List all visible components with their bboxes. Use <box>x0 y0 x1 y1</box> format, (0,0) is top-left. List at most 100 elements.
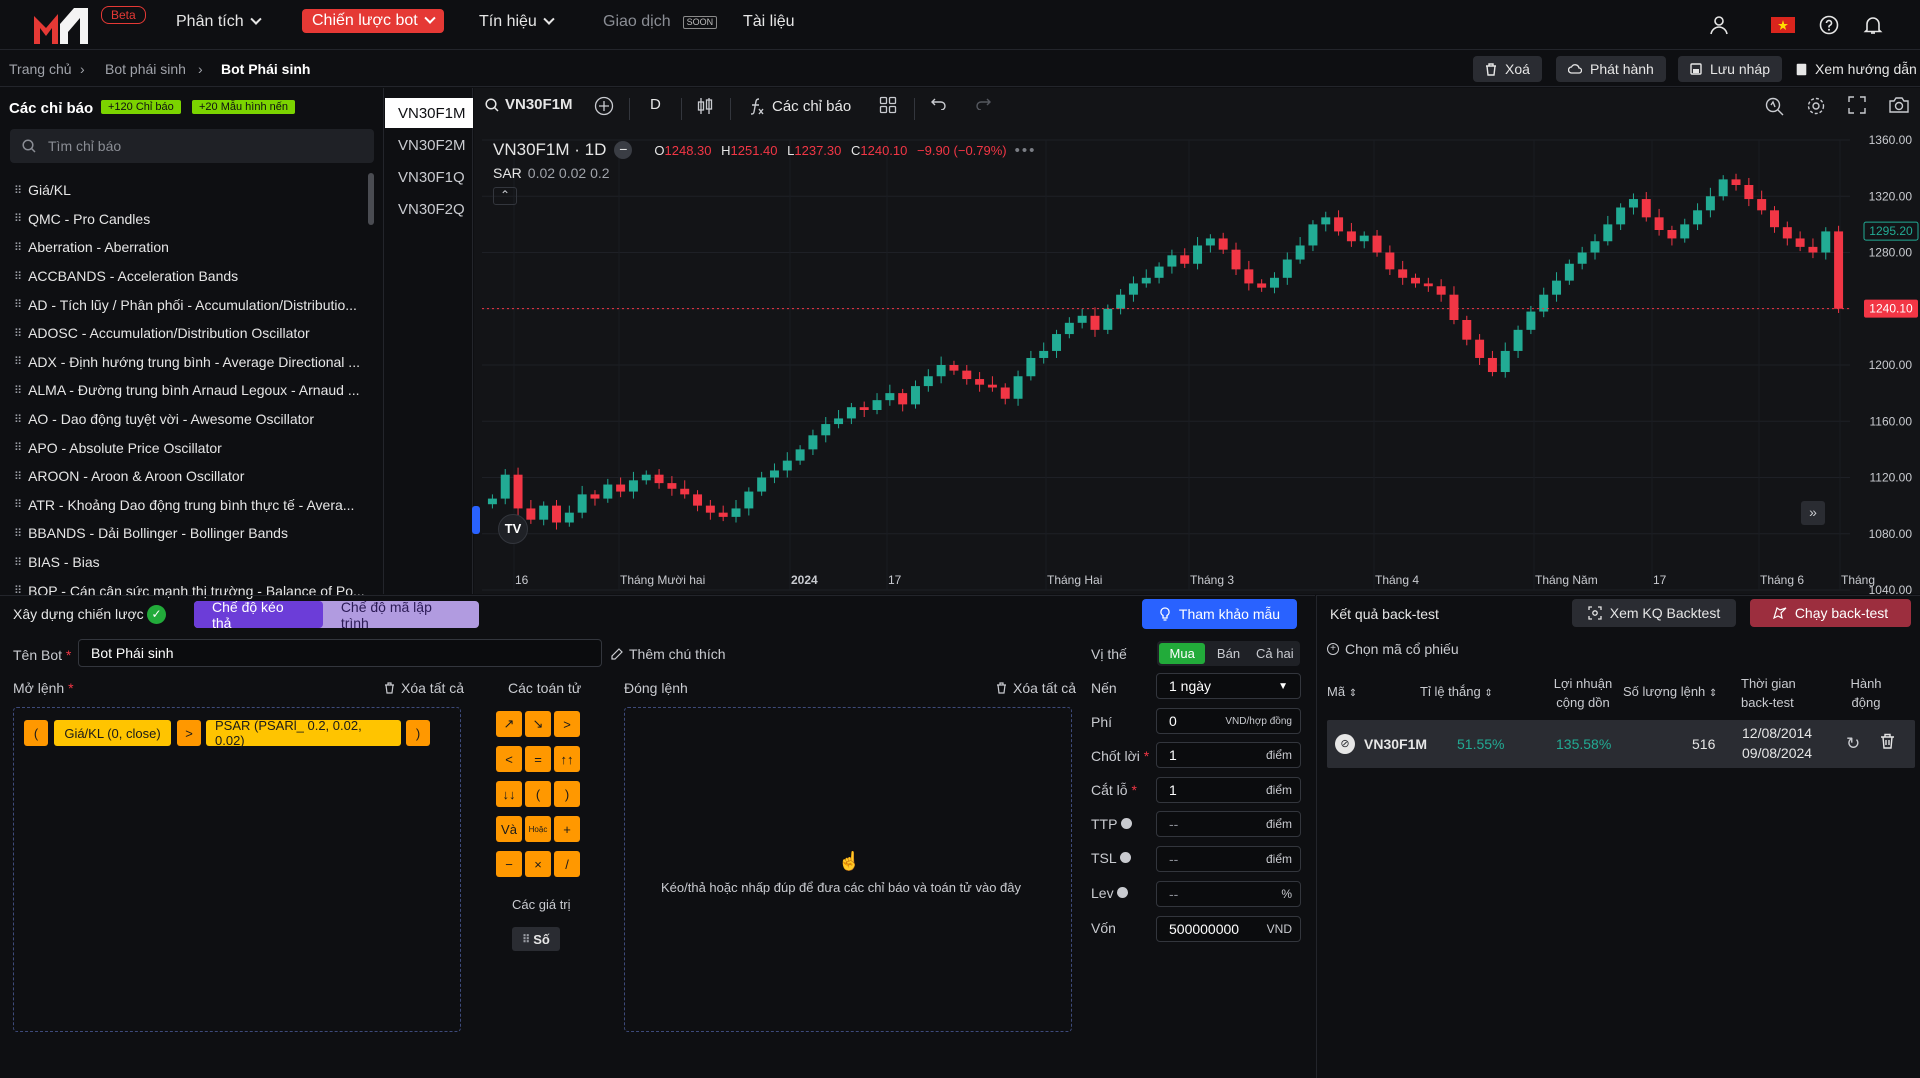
stop-loss-input[interactable]: 1 điểm <box>1156 777 1301 803</box>
indicator-item[interactable]: ⠿ APO - Absolute Price Oscillator <box>14 433 364 462</box>
fee-input[interactable]: 0 VND/hợp đồng <box>1156 708 1301 734</box>
indicator-search-input[interactable]: Tìm chỉ báo <box>10 129 374 163</box>
publish-button[interactable]: Phát hành <box>1556 56 1666 82</box>
symbol-item-vn30f2q[interactable]: VN30F2Q <box>385 194 473 224</box>
operator-button[interactable]: Và <box>496 816 522 842</box>
capital-input[interactable]: 500000000 VND <box>1156 916 1301 942</box>
operator-button[interactable]: ( <box>525 781 551 807</box>
breadcrumb-home[interactable]: Trang chủ <box>9 61 72 77</box>
token-open-paren[interactable]: ( <box>24 720 48 746</box>
indicator-item[interactable]: ⠿ Giá/KL <box>14 176 364 205</box>
take-profit-input[interactable]: 1 điểm <box>1156 742 1301 768</box>
operator-button[interactable]: Hoặc <box>525 816 551 842</box>
template-button[interactable]: Tham khảo mẫu <box>1142 599 1297 629</box>
symbol-item-vn30f1q[interactable]: VN30F1Q <box>385 162 473 192</box>
settings-gear-icon[interactable] <box>1806 96 1826 116</box>
layout-grid-icon[interactable] <box>879 96 897 114</box>
info-icon[interactable] <box>1121 818 1133 829</box>
operator-button[interactable]: ↑↑ <box>554 746 580 772</box>
position-both[interactable]: Cả hai <box>1252 643 1298 664</box>
camera-icon[interactable] <box>1888 96 1910 114</box>
symbol-item-vn30f1m[interactable]: VN30F1M <box>385 98 473 128</box>
tab-drag-drop-mode[interactable]: Chế độ kéo thả <box>194 599 323 631</box>
more-dots-icon[interactable]: ••• <box>1015 142 1037 159</box>
operator-button[interactable]: − <box>496 851 522 877</box>
user-icon[interactable] <box>1706 12 1732 38</box>
header-symbol[interactable]: Mã ⇕ <box>1327 682 1357 703</box>
operator-button[interactable]: = <box>525 746 551 772</box>
candle-style-icon[interactable] <box>696 96 714 116</box>
open-order-dropzone[interactable] <box>13 707 461 1032</box>
save-draft-button[interactable]: Lưu nháp <box>1678 56 1782 82</box>
undo-icon[interactable] <box>930 96 948 110</box>
refresh-icon[interactable]: ↻ <box>1846 734 1860 754</box>
hide-legend-icon[interactable]: − <box>614 141 633 159</box>
candlestick-plot[interactable]: 1360.001320.001280.001240.001200.001160.… <box>474 130 1920 594</box>
indicator-item[interactable]: ⠿ ADX - Định hướng trung bình - Average D… <box>14 348 364 377</box>
indicator-item[interactable]: ⠿ BIAS - Bias <box>14 548 364 577</box>
operator-button[interactable]: + <box>554 816 580 842</box>
nav-docs[interactable]: Tài liệu <box>743 13 795 31</box>
position-sell[interactable]: Bán <box>1205 643 1251 664</box>
choose-symbol-button[interactable]: + Chọn mã cổ phiếu <box>1327 641 1459 657</box>
interval-button[interactable]: D <box>650 96 661 113</box>
tab-code-mode[interactable]: Chế độ mã lập trình <box>323 599 479 631</box>
trash-icon[interactable] <box>1880 733 1895 752</box>
price-chart[interactable]: VN30F1M D Các chỉ báo 1360.00 1320.00 1280… <box>472 88 1920 594</box>
vietnam-flag-icon[interactable] <box>1770 12 1796 38</box>
nav-trading[interactable]: Giao dịch SOON <box>603 13 718 31</box>
run-backtest-button[interactable]: Chạy back-test <box>1750 599 1911 627</box>
left-scroll-handle[interactable] <box>472 506 480 534</box>
nav-signals[interactable]: Tín hiệu <box>479 13 555 31</box>
redo-icon[interactable] <box>974 96 992 110</box>
leverage-input[interactable]: -- % <box>1156 881 1301 907</box>
token-close-paren[interactable]: ) <box>406 720 430 746</box>
guide-link[interactable]: Xem hướng dẫn <box>1796 61 1917 77</box>
indicator-item[interactable]: ⠿ ADOSC - Accumulation/Distribution Oscil… <box>14 319 364 348</box>
header-profit[interactable]: Lợi nhuận cộng dồn <box>1542 674 1624 712</box>
indicator-item[interactable]: ⠿ AROON - Aroon & Aroon Oscillator <box>14 462 364 491</box>
fullscreen-icon[interactable] <box>1848 96 1866 114</box>
indicator-item[interactable]: ⠿ ATR - Khoảng Dao động trung bình thực t… <box>14 491 364 520</box>
nav-bot-strategy[interactable]: Chiến lược bot <box>302 9 444 33</box>
tradingview-logo-icon[interactable]: TV <box>498 514 528 544</box>
bot-name-input[interactable]: Bot Phái sinh <box>78 639 602 667</box>
operator-button[interactable]: < <box>496 746 522 772</box>
value-number-chip[interactable]: ⠿ Số <box>512 927 560 951</box>
indicator-item[interactable]: ⠿ Aberration - Aberration <box>14 233 364 262</box>
add-note-button[interactable]: Thêm chú thích <box>611 646 726 662</box>
operator-button[interactable]: ) <box>554 781 580 807</box>
operator-button[interactable]: ↓↓ <box>496 781 522 807</box>
token-price-volume[interactable]: Giá/KL (0, close) <box>54 720 171 746</box>
table-row[interactable]: ⊘ VN30F1M 51.55% 135.58% 516 12/08/2014 … <box>1327 720 1915 768</box>
operator-button[interactable]: > <box>554 711 580 737</box>
indicator-item[interactable]: ⠿ BBANDS - Dải Bollinger - Bollinger Band… <box>14 519 364 548</box>
delete-button[interactable]: Xoá <box>1473 56 1542 82</box>
scroll-right-icon[interactable]: » <box>1801 501 1825 525</box>
indicator-list-scrollbar[interactable] <box>368 173 374 225</box>
token-greater-than[interactable]: > <box>177 720 201 746</box>
clear-all-open-button[interactable]: Xóa tất cả <box>384 680 464 696</box>
bell-icon[interactable] <box>1860 12 1886 38</box>
operator-button[interactable]: ↘ <box>525 711 551 737</box>
collapse-legend-icon[interactable]: ⌃ <box>493 187 517 205</box>
clear-all-close-button[interactable]: Xóa tất cả <box>996 680 1076 696</box>
indicators-button[interactable]: Các chỉ báo <box>748 96 851 116</box>
info-icon[interactable] <box>1117 887 1129 898</box>
header-win-rate[interactable]: Tỉ lệ thắng ⇕ <box>1420 682 1493 703</box>
token-psar[interactable]: PSAR (PSARl_ 0.2, 0.02, 0.02) <box>206 718 401 748</box>
info-icon[interactable] <box>1120 852 1132 863</box>
help-icon[interactable] <box>1816 12 1842 38</box>
indicator-item[interactable]: ⠿ QMC - Pro Candles <box>14 205 364 234</box>
indicator-item[interactable]: ⠿ ALMA - Đường trung bình Arnaud Legoux -… <box>14 376 364 405</box>
ttp-input[interactable]: -- điểm <box>1156 811 1301 837</box>
symbol-item-vn30f2m[interactable]: VN30F2M <box>385 130 473 160</box>
indicator-item[interactable]: ⠿ ACCBANDS - Acceleration Bands <box>14 262 364 291</box>
header-orders[interactable]: Số lượng lệnh ⇕ <box>1623 682 1717 703</box>
brand-logo[interactable] <box>34 6 88 44</box>
indicator-item[interactable]: ⠿ AD - Tích lũy / Phân phối - Accumulatio… <box>14 290 364 319</box>
symbol-search-button[interactable]: VN30F1M <box>485 96 573 113</box>
quick-search-icon[interactable] <box>1764 96 1784 116</box>
operator-button[interactable]: × <box>525 851 551 877</box>
tsl-input[interactable]: -- điểm <box>1156 846 1301 872</box>
